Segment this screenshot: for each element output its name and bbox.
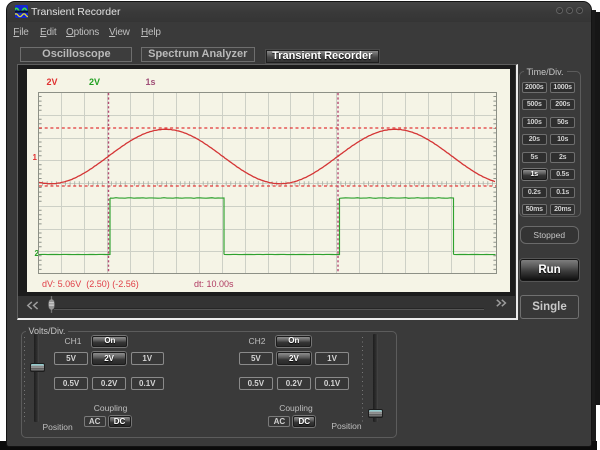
- voltsdiv-group-label: Volts/Div.: [26, 326, 69, 336]
- restore-button[interactable]: [566, 7, 573, 14]
- menu-help[interactable]: Help: [141, 27, 161, 38]
- ch2-volts-0.1V[interactable]: 0.1V: [315, 377, 349, 390]
- close-button[interactable]: [576, 7, 583, 14]
- delta-time-readout: dt: 10.00s: [194, 279, 234, 289]
- ch2-volts-5V[interactable]: 5V: [239, 352, 273, 365]
- timebase-50s[interactable]: 50s: [550, 117, 575, 128]
- ch2-position-dots: [362, 337, 363, 424]
- tab-spectrum-analyzer[interactable]: Spectrum Analyzer: [141, 47, 256, 62]
- ch1-on-button[interactable]: On: [92, 336, 127, 347]
- ch2-on-button[interactable]: On: [276, 336, 311, 347]
- single-button[interactable]: Single: [520, 295, 579, 320]
- timebase-200s[interactable]: 200s: [550, 99, 575, 110]
- timebase-100s[interactable]: 100s: [522, 117, 547, 128]
- ch1-position-rail[interactable]: [34, 334, 39, 422]
- scroll-left-button[interactable]: [26, 301, 40, 310]
- ch2-coupling-label: Coupling: [279, 403, 313, 413]
- timebase-20s[interactable]: 20s: [522, 134, 547, 145]
- timebase-1000s[interactable]: 1000s: [550, 82, 575, 93]
- titlebar[interactable]: Transient Recorder: [7, 2, 591, 22]
- ch2-label: CH2: [249, 336, 266, 346]
- menubar: File Edit Options View Help: [7, 27, 307, 41]
- waveform-plot: [38, 92, 497, 274]
- ch1-coupling-label: Coupling: [94, 403, 128, 413]
- ch2-volts-1V[interactable]: 1V: [315, 352, 349, 365]
- ch2-coupling-ac[interactable]: AC: [268, 416, 290, 427]
- timebase-0.5s[interactable]: 0.5s: [550, 169, 575, 180]
- ch1-label: CH1: [65, 336, 82, 346]
- ch2-volts-2V[interactable]: 2V: [277, 352, 311, 365]
- timebase-1s[interactable]: 1s: [522, 169, 547, 180]
- minimize-button[interactable]: [556, 7, 563, 14]
- menu-edit[interactable]: Edit: [40, 27, 56, 38]
- timebase-0.1s[interactable]: 0.1s: [550, 187, 575, 198]
- ch1-volts-0.1V[interactable]: 0.1V: [131, 377, 165, 390]
- tab-transient-recorder[interactable]: Transient Recorder: [266, 50, 380, 63]
- run-button[interactable]: Run: [520, 259, 579, 281]
- time-scale-label: 1s: [146, 77, 156, 87]
- ch1-position-dots: [24, 337, 25, 424]
- timebase-5s[interactable]: 5s: [522, 152, 547, 163]
- ch2-scale-label: 2V: [89, 77, 100, 87]
- timebase-group-label: Time/Div.: [524, 67, 567, 77]
- ch2-position-slider[interactable]: [368, 409, 383, 418]
- menu-file[interactable]: File: [13, 27, 28, 38]
- ch1-position-slider[interactable]: [30, 363, 45, 372]
- app-icon: [15, 5, 28, 18]
- ch2-volts-0.2V[interactable]: 0.2V: [277, 377, 311, 390]
- timebase-500s[interactable]: 500s: [522, 99, 547, 110]
- ch1-volts-5V[interactable]: 5V: [54, 352, 88, 365]
- ch2-position-label: Position: [331, 421, 361, 431]
- timebase-2000s[interactable]: 2000s: [522, 82, 547, 93]
- recorder-panel: 2V 2V 1s 1 2 dV: 5.06V (2.50) (-2.56) dt…: [17, 64, 518, 320]
- ch1-scale-label: 2V: [47, 77, 58, 87]
- plot-bezel: 2V 2V 1s 1 2 dV: 5.06V (2.50) (-2.56) dt…: [18, 65, 515, 296]
- scroll-handle[interactable]: [48, 296, 55, 313]
- status-box: Stopped: [520, 226, 579, 244]
- ch1-zero-marker: 1: [33, 153, 37, 162]
- scroll-right-button[interactable]: [495, 299, 507, 307]
- desktop-backdrop-right-outer: [595, 12, 600, 405]
- menu-view[interactable]: View: [109, 27, 130, 38]
- timebase-10s[interactable]: 10s: [550, 134, 575, 145]
- ch1-volts-2V[interactable]: 2V: [92, 352, 126, 365]
- ch1-coupling-ac[interactable]: AC: [84, 416, 106, 427]
- menu-options[interactable]: Options: [66, 27, 99, 38]
- ch1-volts-0.5V[interactable]: 0.5V: [54, 377, 88, 390]
- timebase-20ms[interactable]: 20ms: [550, 204, 575, 215]
- ch1-volts-1V[interactable]: 1V: [131, 352, 165, 365]
- ch1-position-label: Position: [43, 422, 73, 432]
- ch1-coupling-dc[interactable]: DC: [109, 416, 131, 427]
- ch2-volts-0.5V[interactable]: 0.5V: [239, 377, 273, 390]
- scroll-track[interactable]: [54, 308, 484, 310]
- timebase-2s[interactable]: 2s: [550, 152, 575, 163]
- app-window: Transient Recorder File Edit Options View He…: [6, 1, 592, 447]
- screen: Transient Recorder File Edit Options View He…: [0, 0, 600, 450]
- timebase-0.2s[interactable]: 0.2s: [522, 187, 547, 198]
- ch2-coupling-dc[interactable]: DC: [293, 416, 315, 427]
- delta-voltage-readout: dV: 5.06V (2.50) (-2.56): [42, 279, 139, 289]
- plot-screen: 2V 2V 1s 1 2 dV: 5.06V (2.50) (-2.56) dt…: [27, 69, 510, 292]
- timebase-50ms[interactable]: 50ms: [522, 204, 547, 215]
- window-title: Transient Recorder: [31, 6, 120, 18]
- ch1-volts-0.2V[interactable]: 0.2V: [92, 377, 126, 390]
- tab-oscilloscope[interactable]: Oscilloscope: [20, 47, 132, 62]
